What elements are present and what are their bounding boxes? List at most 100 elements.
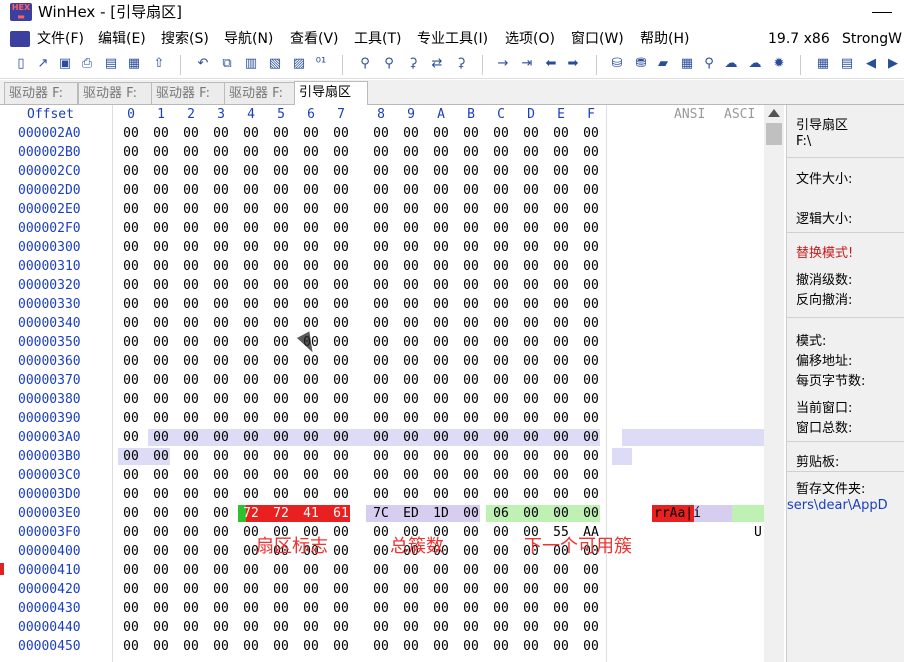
hex-byte[interactable]: 00	[550, 599, 572, 618]
hex-byte[interactable]: 00	[270, 599, 292, 618]
hex-byte[interactable]: 00	[430, 238, 452, 257]
hex-byte[interactable]: 00	[120, 599, 142, 618]
hex-row[interactable]: 00000320 00 00 00 00 00 00 00 00 00 00 00 00 00 00 00 00	[0, 276, 786, 295]
hex-byte[interactable]: 00	[150, 352, 172, 371]
menu-view[interactable]: 查看(V)	[290, 28, 339, 50]
hex-byte[interactable]: 00	[580, 162, 602, 181]
hex-byte[interactable]: 00	[300, 124, 322, 143]
hex-byte[interactable]: 00	[120, 637, 142, 656]
find-text-icon[interactable]: ⚲	[356, 55, 374, 73]
hex-row[interactable]: 000002D0 00 00 00 00 00 00 00 00 00 00 00 00 00 00 00 00	[0, 181, 786, 200]
hex-byte[interactable]: 00	[520, 390, 542, 409]
menu-tools[interactable]: 工具(T)	[354, 28, 401, 50]
open-file-icon[interactable]: ↗	[34, 55, 52, 73]
hex-byte[interactable]: 00	[520, 238, 542, 257]
hex-byte[interactable]: 00	[270, 219, 292, 238]
hex-byte[interactable]: 00	[550, 124, 572, 143]
hex-byte[interactable]: 00	[120, 276, 142, 295]
hex-byte[interactable]: 00	[460, 390, 482, 409]
hex-byte[interactable]: 00	[180, 637, 202, 656]
hex-row[interactable]: 000003B0 00 00 00 00 00 00 00 00 00 00 00 00 00 00 00 00	[0, 447, 786, 466]
hex-byte[interactable]: 00	[490, 580, 512, 599]
hex-byte[interactable]: 00	[300, 561, 322, 580]
hex-byte[interactable]: 00	[520, 257, 542, 276]
hex-byte[interactable]: 00	[490, 542, 512, 561]
hex-byte[interactable]: 00	[300, 181, 322, 200]
hex-row[interactable]: 000003D0 00 00 00 00 00 00 00 00 00 00 00 00 00 00 00 00	[0, 485, 786, 504]
hex-byte[interactable]: 00	[580, 181, 602, 200]
hex-byte[interactable]: 00	[150, 162, 172, 181]
temp-folder-path[interactable]: sers\dear\AppD	[787, 498, 888, 513]
hex-byte[interactable]: 00	[240, 580, 262, 599]
hex-row[interactable]: 00000430 00 00 00 00 00 00 00 00 00 00 00 00 00 00 00 00	[0, 599, 786, 618]
hex-byte[interactable]: 00	[400, 257, 422, 276]
hex-row[interactable]: 000002C0 00 00 00 00 00 00 00 00 00 00 00 00 00 00 00 00	[0, 162, 786, 181]
hex-byte[interactable]: 00	[120, 561, 142, 580]
hex-byte[interactable]: 00	[240, 257, 262, 276]
hex-byte[interactable]: 00	[120, 295, 142, 314]
hex-byte[interactable]: 00	[210, 637, 232, 656]
hex-byte[interactable]: 00	[300, 599, 322, 618]
hex-byte[interactable]: 00	[460, 466, 482, 485]
hex-byte[interactable]: 00	[550, 143, 572, 162]
hex-byte[interactable]: 00	[400, 333, 422, 352]
hex-byte[interactable]: 00	[520, 485, 542, 504]
hex-byte[interactable]: 00	[270, 618, 292, 637]
hex-byte[interactable]: 00	[120, 219, 142, 238]
hex-byte[interactable]: 00	[210, 599, 232, 618]
scroll-thumb[interactable]	[766, 123, 782, 145]
hex-byte[interactable]: 00	[300, 580, 322, 599]
hex-byte[interactable]: 00	[490, 466, 512, 485]
hex-byte[interactable]: 00	[460, 371, 482, 390]
hex-byte[interactable]: 00	[490, 162, 512, 181]
hex-byte[interactable]: 00	[270, 181, 292, 200]
hex-byte[interactable]: 00	[490, 257, 512, 276]
hex-byte[interactable]: 00	[240, 637, 262, 656]
hex-byte[interactable]: 00	[270, 257, 292, 276]
hex-byte[interactable]: 00	[120, 447, 142, 466]
hex-byte[interactable]: 00	[400, 238, 422, 257]
tools-icon[interactable]: ☁	[722, 55, 740, 73]
hex-byte[interactable]: 00	[240, 447, 262, 466]
hex-byte[interactable]: 00	[300, 371, 322, 390]
hex-byte[interactable]: 00	[330, 390, 352, 409]
hex-byte[interactable]: 00	[330, 447, 352, 466]
hex-byte[interactable]: 00	[370, 219, 392, 238]
hex-byte[interactable]: 00	[210, 485, 232, 504]
hex-byte[interactable]: 00	[240, 276, 262, 295]
hex-byte[interactable]: 00	[240, 618, 262, 637]
hex-byte[interactable]: 00	[150, 428, 172, 447]
print-icon[interactable]: ⎙	[78, 55, 96, 73]
hex-byte[interactable]: 00	[210, 124, 232, 143]
hex-row[interactable]: 000002A0 00 00 00 00 00 00 00 00 00 00 00 00 00 00 00 00	[0, 124, 786, 143]
hex-byte[interactable]: 00	[520, 428, 542, 447]
hex-byte[interactable]: 00	[240, 143, 262, 162]
hex-byte[interactable]: 00	[520, 276, 542, 295]
hex-byte[interactable]: 00	[580, 409, 602, 428]
tab-boot-sector[interactable]: 引导扇区	[294, 81, 368, 105]
calculator-icon[interactable]: ▦	[678, 55, 696, 73]
hex-byte[interactable]: 00	[400, 580, 422, 599]
hex-byte[interactable]: 00	[270, 466, 292, 485]
paste-special-icon[interactable]: ▨	[290, 55, 308, 73]
hex-byte[interactable]: 00	[180, 390, 202, 409]
hex-byte[interactable]: 00	[300, 466, 322, 485]
hex-byte[interactable]: 00	[300, 314, 322, 333]
hex-byte[interactable]: 00	[210, 523, 232, 542]
hex-byte[interactable]: 00	[520, 371, 542, 390]
hex-editor-grid[interactable]: Offset ANSI ASCI 0 1 2 3 4 5 6 7 8 9 A B C D E F 000002…	[0, 105, 786, 662]
vertical-scrollbar[interactable]	[764, 105, 784, 662]
hex-byte[interactable]: 00	[490, 295, 512, 314]
hex-byte[interactable]: 00	[270, 485, 292, 504]
hex-byte[interactable]: 00	[460, 257, 482, 276]
hex-byte[interactable]: 00	[370, 162, 392, 181]
hex-byte[interactable]: 00	[330, 580, 352, 599]
hex-byte[interactable]: 00	[460, 542, 482, 561]
hex-byte[interactable]: 00	[270, 314, 292, 333]
hex-byte[interactable]: 00	[370, 333, 392, 352]
hex-byte[interactable]: 00	[430, 143, 452, 162]
hex-byte[interactable]: 00	[520, 504, 542, 523]
hex-byte[interactable]: 00	[550, 314, 572, 333]
hex-byte[interactable]: 00	[550, 580, 572, 599]
hex-byte[interactable]: 00	[150, 599, 172, 618]
